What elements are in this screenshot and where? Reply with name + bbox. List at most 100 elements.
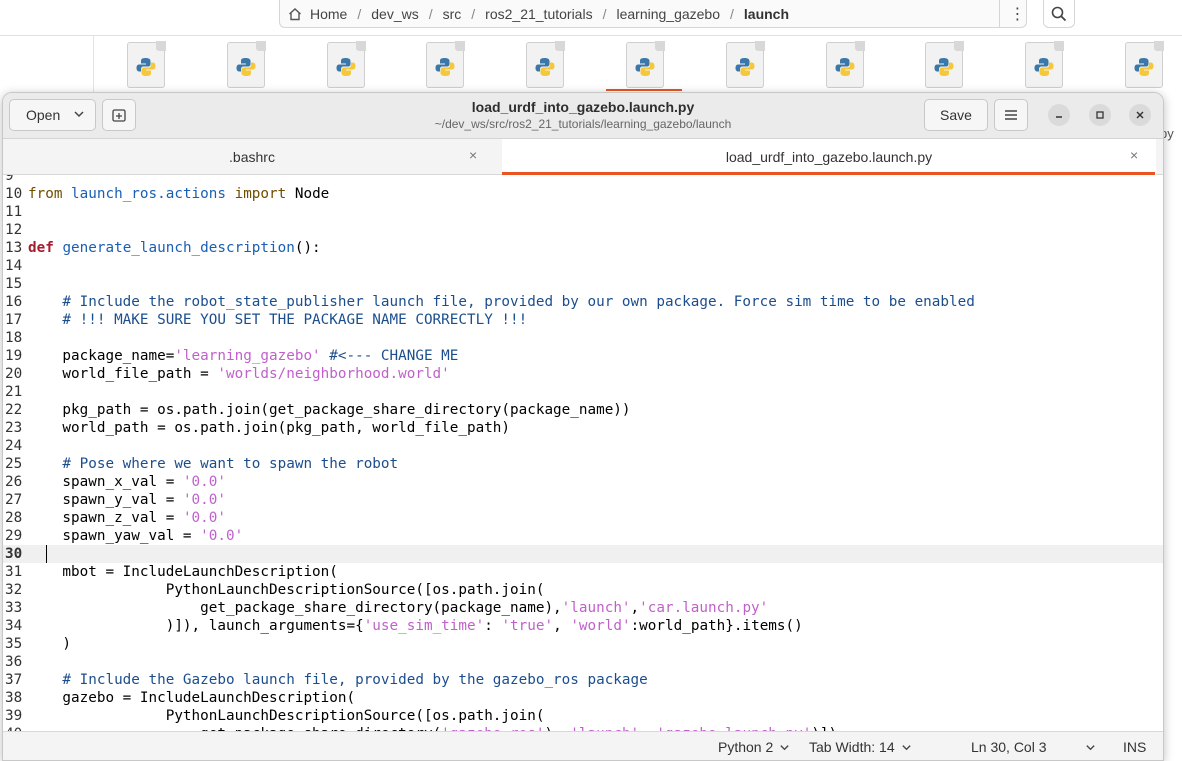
- save-button[interactable]: Save: [924, 99, 988, 131]
- code-line[interactable]: 34 )]), launch_arguments={'use_sim_time'…: [3, 617, 1163, 635]
- code-line[interactable]: 12: [3, 221, 1163, 239]
- tab-launch-file[interactable]: load_urdf_into_gazebo.launch.py ×: [502, 139, 1156, 175]
- line-number: 12: [5, 222, 23, 238]
- code-line[interactable]: 27 spawn_y_val = '0.0': [3, 491, 1163, 509]
- code-line[interactable]: 14: [3, 257, 1163, 275]
- code-line[interactable]: 11: [3, 203, 1163, 221]
- tab-label: .bashrc: [229, 149, 275, 165]
- code-line[interactable]: 33 get_package_share_directory(package_n…: [3, 599, 1163, 617]
- minimize-button[interactable]: [1048, 104, 1070, 126]
- code-line[interactable]: 36: [3, 653, 1163, 671]
- language-selector[interactable]: Python 2: [718, 739, 790, 755]
- breadcrumb-separator: /: [471, 5, 476, 22]
- breadcrumb-label: ros2_21_tutorials: [485, 5, 593, 22]
- code-token: ,: [630, 600, 640, 616]
- python-file-icon[interactable]: [825, 41, 865, 88]
- code-token: # Include the robot_state_publisher laun…: [28, 294, 975, 310]
- code-line[interactable]: 38 gazebo = IncludeLaunchDescription(: [3, 689, 1163, 707]
- open-button-label: Open: [26, 107, 61, 123]
- breadcrumb-item[interactable]: Home: [288, 6, 351, 22]
- code-line[interactable]: 37 # Include the Gazebo launch file, pro…: [3, 671, 1163, 689]
- line-number: 30: [5, 546, 23, 562]
- python-file-icon[interactable]: [326, 41, 366, 88]
- python-file-icon[interactable]: [1025, 41, 1065, 88]
- code-token: ,: [553, 618, 571, 634]
- insert-mode-indicator[interactable]: INS: [1123, 739, 1146, 755]
- new-tab-icon: [112, 109, 126, 122]
- close-button[interactable]: [1129, 104, 1151, 126]
- breadcrumb-item[interactable]: learning_gazebo: [612, 6, 724, 22]
- code-text: spawn_x_val = '0.0': [28, 473, 226, 491]
- code-line[interactable]: 21: [3, 383, 1163, 401]
- tab-close-icon[interactable]: ×: [469, 147, 477, 163]
- code-line[interactable]: 39 PythonLaunchDescriptionSource([os.pat…: [3, 707, 1163, 725]
- code-line[interactable]: 17 # !!! MAKE SURE YOU SET THE PACKAGE N…: [3, 311, 1163, 329]
- python-file-icon[interactable]: [426, 41, 466, 88]
- code-line[interactable]: 13 def generate_launch_description():: [3, 239, 1163, 257]
- tab-close-icon[interactable]: ×: [1130, 147, 1138, 163]
- code-line[interactable]: 30: [3, 545, 1163, 563]
- code-line[interactable]: 24: [3, 437, 1163, 455]
- code-line[interactable]: 35 ): [3, 635, 1163, 653]
- code-line[interactable]: 31 mbot = IncludeLaunchDescription(: [3, 563, 1163, 581]
- new-tab-button[interactable]: [102, 99, 136, 131]
- language-label: Python 2: [718, 739, 774, 755]
- code-token: Node: [294, 186, 330, 202]
- line-number: 14: [5, 258, 23, 274]
- tab-width-selector[interactable]: Tab Width: 14: [809, 739, 912, 755]
- code-line[interactable]: 15: [3, 275, 1163, 293]
- code-line[interactable]: 20 world_file_path = 'worlds/neighborhoo…: [3, 365, 1163, 383]
- code-line[interactable]: 22 pkg_path = os.path.join(get_package_s…: [3, 401, 1163, 419]
- code-line[interactable]: 28 spawn_z_val = '0.0': [3, 509, 1163, 527]
- code-token: spawn_z_val =: [28, 510, 183, 526]
- code-text: # !!! MAKE SURE YOU SET THE PACKAGE NAME…: [28, 311, 527, 329]
- python-file-icon[interactable]: [526, 41, 566, 88]
- maximize-button[interactable]: [1089, 104, 1111, 126]
- breadcrumb-item[interactable]: launch: [740, 6, 793, 22]
- code-token: # Include the Gazebo launch file, provid…: [28, 672, 648, 688]
- breadcrumb-item[interactable]: dev_ws: [367, 6, 422, 22]
- search-button[interactable]: [1043, 0, 1075, 28]
- python-file-icon[interactable]: [925, 41, 965, 88]
- chevron-down-icon: [74, 111, 84, 118]
- code-token: gazebo = IncludeLaunchDescription(: [28, 690, 356, 706]
- selected-file-indicator: [606, 89, 682, 91]
- code-line[interactable]: 10 from launch_ros.actions import Node: [3, 185, 1163, 203]
- python-file-icon[interactable]: [626, 41, 665, 88]
- sidebar-edge: [93, 36, 94, 96]
- line-number: 20: [5, 366, 23, 382]
- line-number: 23: [5, 420, 23, 436]
- line-number: 25: [5, 456, 23, 472]
- code-line[interactable]: 16 # Include the robot_state_publisher l…: [3, 293, 1163, 311]
- python-file-icon[interactable]: [127, 41, 166, 88]
- breadcrumb-separator: /: [357, 5, 362, 22]
- tab-width-label: Tab Width: 14: [809, 739, 895, 755]
- hamburger-icon: [1005, 110, 1017, 120]
- main-menu-button[interactable]: [994, 99, 1028, 131]
- code-line[interactable]: 9: [3, 175, 1163, 185]
- code-text: PythonLaunchDescriptionSource([os.path.j…: [28, 707, 545, 725]
- code-line[interactable]: 29 spawn_yaw_val = '0.0': [3, 527, 1163, 545]
- code-token: def: [28, 240, 63, 256]
- line-number: 15: [5, 276, 23, 292]
- code-token: )]), launch_arguments={: [28, 618, 364, 634]
- code-line[interactable]: 26 spawn_x_val = '0.0': [3, 473, 1163, 491]
- code-token: #<--- CHANGE ME: [320, 348, 459, 364]
- code-line[interactable]: 23 world_path = os.path.join(pkg_path, w…: [3, 419, 1163, 437]
- python-file-icon[interactable]: [226, 41, 266, 88]
- code-line[interactable]: 25 # Pose where we want to spawn the rob…: [3, 455, 1163, 473]
- code-line[interactable]: 18: [3, 329, 1163, 347]
- cursor-position-selector[interactable]: Ln 30, Col 3: [971, 739, 1096, 755]
- more-options-button[interactable]: ⋮: [999, 0, 1035, 28]
- tab-bashrc[interactable]: .bashrc ×: [3, 139, 501, 175]
- breadcrumb-item[interactable]: ros2_21_tutorials: [481, 6, 596, 22]
- open-button[interactable]: Open: [9, 99, 96, 131]
- breadcrumb-item[interactable]: src: [439, 6, 466, 22]
- python-file-icon[interactable]: [725, 41, 765, 88]
- code-token: 'true': [501, 618, 554, 634]
- code-token: 'world': [570, 618, 631, 634]
- code-editor[interactable]: 9 10 from launch_ros.actions import Node 11…: [3, 175, 1163, 731]
- code-line[interactable]: 19 package_name='learning_gazebo' #<--- …: [3, 347, 1163, 365]
- code-line[interactable]: 32 PythonLaunchDescriptionSource([os.pat…: [3, 581, 1163, 599]
- python-file-icon[interactable]: [1125, 41, 1164, 88]
